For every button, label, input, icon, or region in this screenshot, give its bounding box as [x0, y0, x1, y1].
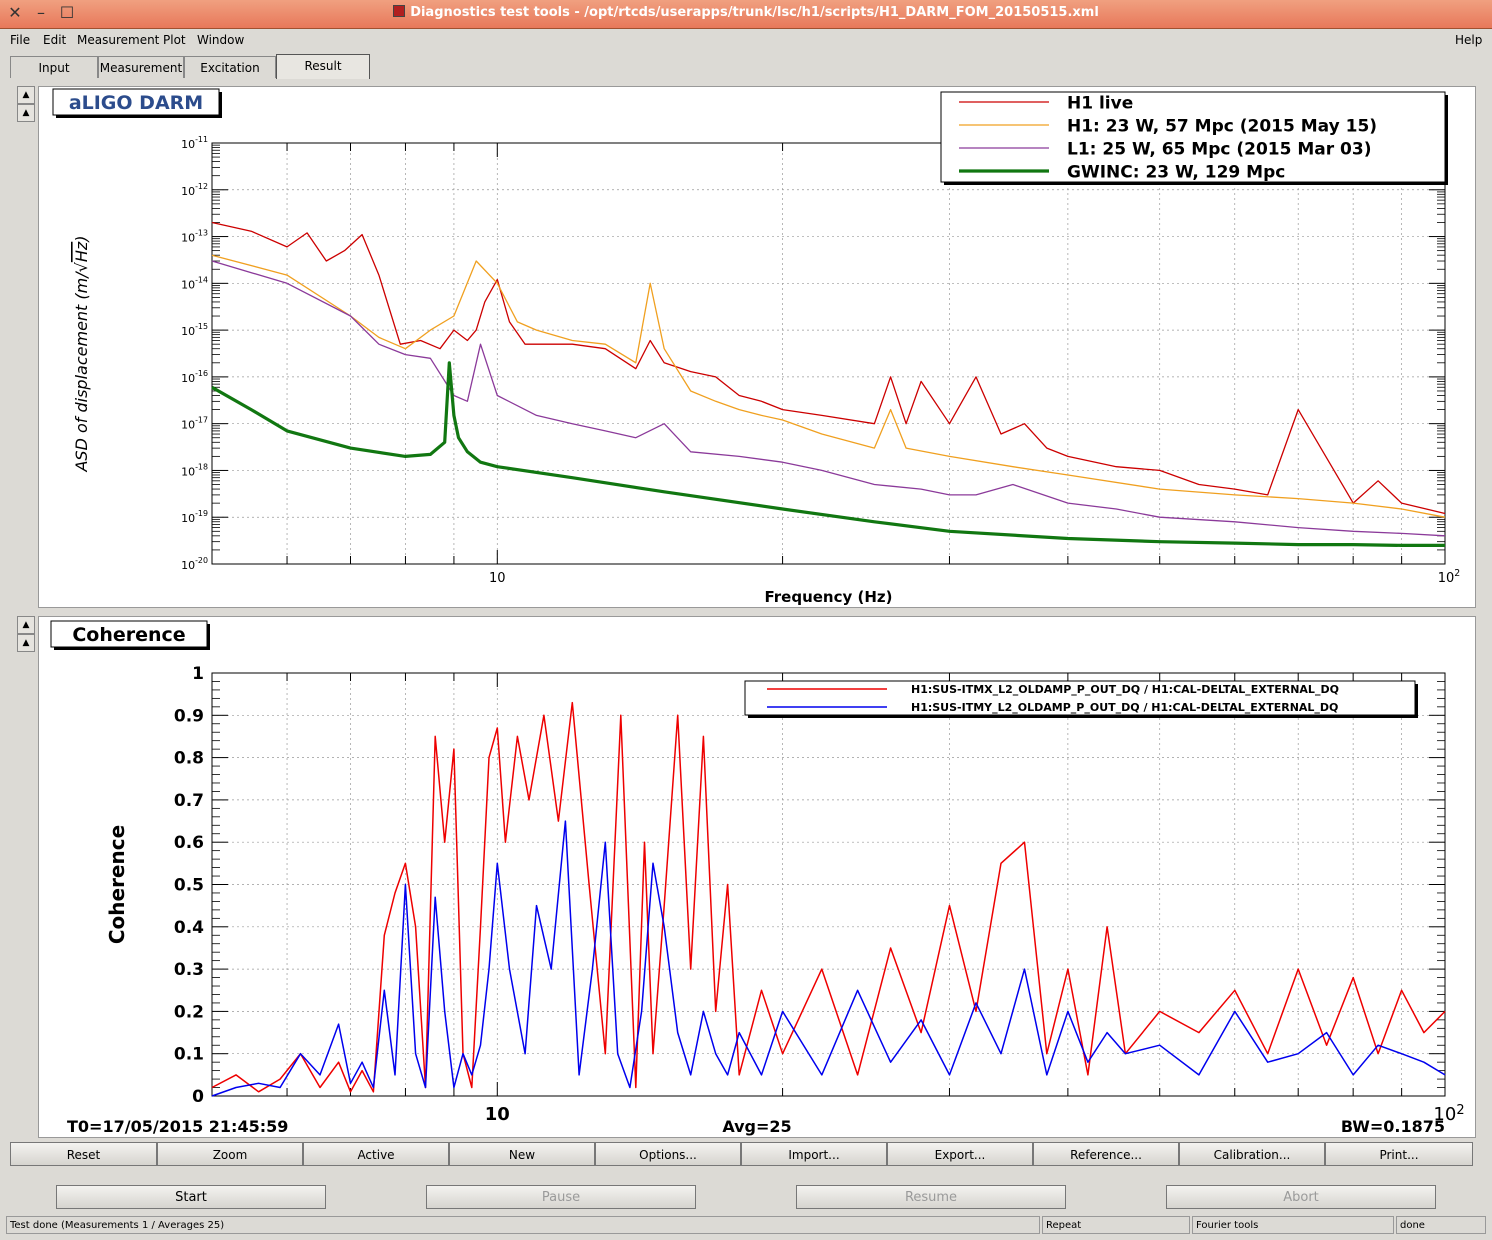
options-button[interactable]: Options... [595, 1142, 741, 1166]
y-tick-label: 0.6 [174, 833, 204, 853]
y-tick-label: 10-18 [181, 462, 208, 478]
y-tick-label: 10-16 [181, 369, 208, 385]
y-tick-label: 10-12 [181, 182, 208, 198]
status-bar: Test done (Measurements 1 / Averages 25)… [0, 1214, 1492, 1238]
legend-label: H1: 23 W, 57 Mpc (2015 May 15) [1067, 116, 1377, 136]
x-tick-label: 10 [489, 571, 506, 586]
new-button[interactable]: New [449, 1142, 595, 1166]
status-tool: Fourier tools [1192, 1216, 1394, 1234]
menu-measurement[interactable]: Measurement [77, 33, 159, 47]
x-tick-label: 102 [1438, 568, 1461, 586]
y-tick-label: 0.7 [174, 791, 204, 811]
y-tick-label: 0.4 [174, 918, 204, 938]
grid [211, 142, 1446, 565]
y-tick-label: 10-13 [181, 229, 208, 245]
tab-measurement[interactable]: Measurement [98, 56, 184, 78]
menu-window[interactable]: Window [197, 33, 244, 47]
legend-label: H1:SUS-ITMX_L2_OLDAMP_P_OUT_DQ / H1:CAL-… [911, 683, 1339, 696]
y-tick-label: 10-19 [181, 509, 208, 525]
menu-file[interactable]: File [10, 33, 30, 47]
zoom-button[interactable]: Zoom [157, 1142, 303, 1166]
y-tick-label: 0.8 [174, 749, 204, 769]
menu-help[interactable]: Help [1455, 33, 1482, 47]
x-tick-labels: 10 102 [485, 1103, 1465, 1125]
y-tick-label: 1 [192, 664, 204, 684]
app-icon [393, 5, 406, 17]
menu-plot[interactable]: Plot [163, 33, 186, 47]
tab-excitation[interactable]: Excitation [184, 56, 276, 78]
window-titlebar: ✕ – ☐ Diagnostics test tools - /opt/rtcd… [0, 0, 1492, 29]
footer-avg: Avg=25 [722, 1117, 791, 1136]
x-tick-labels: 10 102 [489, 568, 1460, 586]
footer-bw: BW=0.1875 [1341, 1117, 1445, 1136]
y-axis-label: ASD of displacement (m/√Hz) [72, 235, 91, 472]
y-tick-labels: 0 0.1 0.2 0.3 0.4 0.5 0.6 0.7 0.8 0.9 1 [174, 664, 204, 1107]
pad2-down-button[interactable]: ▲ [17, 634, 35, 652]
y-tick-label: 10-17 [181, 416, 208, 432]
menu-edit[interactable]: Edit [43, 33, 66, 47]
y-axis-label: Coherence [105, 825, 129, 944]
start-button[interactable]: Start [56, 1185, 326, 1209]
print-button[interactable]: Print... [1325, 1142, 1473, 1166]
series-line-1 [211, 820, 1446, 1097]
active-button[interactable]: Active [303, 1142, 449, 1166]
legend-label: GWINC: 23 W, 129 Mpc [1067, 162, 1285, 182]
status-mode: Repeat [1042, 1216, 1190, 1234]
reference-button[interactable]: Reference... [1033, 1142, 1179, 1166]
footer-t0: T0=17/05/2015 21:45:59 [67, 1117, 288, 1136]
reset-button[interactable]: Reset [10, 1142, 157, 1166]
series-group [211, 221, 1446, 547]
x-tick-label: 10 [485, 1104, 510, 1125]
abort-button[interactable]: Abort [1166, 1185, 1436, 1209]
import-button[interactable]: Import... [741, 1142, 887, 1166]
series-line-1 [211, 254, 1446, 518]
series-line-0 [211, 221, 1446, 515]
chart-title: aLIGO DARM [69, 92, 203, 114]
asd-panel: 10-11 10-12 10-13 10-14 10-15 10-16 10-17 10-18… [38, 86, 1476, 608]
y-tick-label: 0.2 [174, 1002, 204, 1022]
legend-label: H1:SUS-ITMY_L2_OLDAMP_P_OUT_DQ / H1:CAL-… [911, 701, 1338, 714]
pad2-up-button[interactable]: ▲ [17, 616, 35, 634]
y-tick-label: 10-15 [181, 322, 208, 338]
tab-result[interactable]: Result [276, 54, 370, 79]
series-line-2 [211, 260, 1446, 537]
window-title-text: Diagnostics test tools - /opt/rtcds/user… [410, 5, 1099, 20]
pause-button[interactable]: Pause [426, 1185, 696, 1209]
y-tick-labels: 10-11 10-12 10-13 10-14 10-15 10-16 10-17 10-18… [181, 135, 208, 572]
y-tick-label: 0.1 [174, 1045, 204, 1065]
series-group [211, 701, 1446, 1097]
asd-chart[interactable]: 10-11 10-12 10-13 10-14 10-15 10-16 10-17 10-18… [39, 87, 1475, 607]
pad-up-button[interactable]: ▲ [17, 86, 35, 104]
tab-input[interactable]: Input [10, 56, 98, 78]
y-tick-label: 10-14 [181, 275, 208, 291]
coherence-panel: 0 0.1 0.2 0.3 0.4 0.5 0.6 0.7 0.8 0.9 1 10 102 Cohere… [38, 616, 1476, 1138]
legend-label: H1 live [1067, 93, 1133, 113]
plot-button-row: Reset Zoom Active New Options... Import.… [10, 1142, 1476, 1168]
resume-button[interactable]: Resume [796, 1185, 1066, 1209]
x-axis-label: Frequency (Hz) [764, 588, 892, 606]
pad-down-button[interactable]: ▲ [17, 104, 35, 122]
chart-title: Coherence [72, 624, 185, 646]
coherence-chart[interactable]: 0 0.1 0.2 0.3 0.4 0.5 0.6 0.7 0.8 0.9 1 10 102 Cohere… [39, 617, 1475, 1137]
y-tick-label: 0.3 [174, 960, 204, 980]
y-tick-label: 0 [192, 1087, 204, 1107]
y-tick-label: 10-11 [181, 135, 208, 151]
status-state: done [1396, 1216, 1486, 1234]
y-tick-label: 10-20 [181, 556, 208, 572]
calibration-button[interactable]: Calibration... [1179, 1142, 1325, 1166]
y-tick-label: 0.9 [174, 706, 204, 726]
y-tick-label: 0.5 [174, 876, 204, 896]
window-title: Diagnostics test tools - /opt/rtcds/user… [0, 5, 1492, 20]
status-message: Test done (Measurements 1 / Averages 25) [6, 1216, 1040, 1234]
menu-bar: File Edit Measurement Plot Window Help [0, 29, 1492, 51]
export-button[interactable]: Export... [887, 1142, 1033, 1166]
legend-label: L1: 25 W, 65 Mpc (2015 Mar 03) [1067, 139, 1371, 159]
plot-frame [211, 142, 1446, 565]
series-line-3 [211, 361, 1445, 547]
